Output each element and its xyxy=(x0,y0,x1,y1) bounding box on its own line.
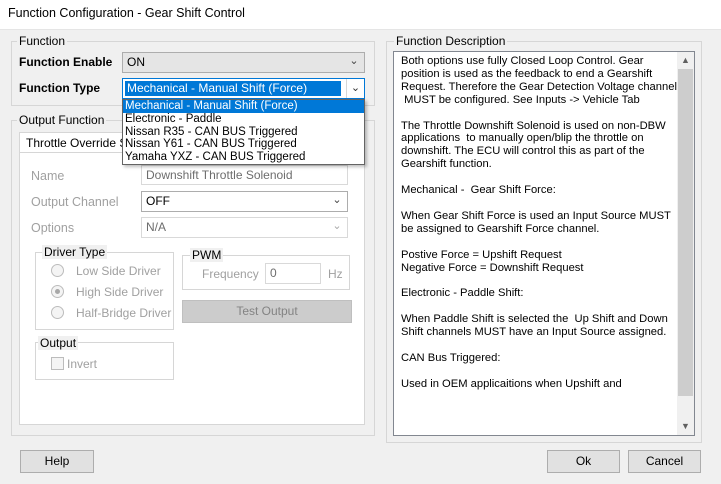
dropdown-option[interactable]: Electronic - Paddle xyxy=(123,113,364,126)
dropdown-option[interactable]: Yamaha YXZ - CAN BUS Triggered xyxy=(123,151,364,164)
output-channel-select[interactable]: OFF ⌄ xyxy=(141,191,348,212)
name-field[interactable]: Downshift Throttle Solenoid xyxy=(141,165,348,185)
function-enable-value: ON xyxy=(127,55,145,69)
chevron-down-icon[interactable]: ⌄ xyxy=(346,79,364,98)
function-enable-label: Function Enable xyxy=(19,55,113,69)
frequency-unit: Hz xyxy=(328,267,343,281)
chevron-down-icon: ⌄ xyxy=(349,55,359,67)
pwm-label: PWM xyxy=(190,248,224,262)
frequency-label: Frequency xyxy=(202,267,259,281)
function-type-label: Function Type xyxy=(19,81,101,95)
name-label: Name xyxy=(31,169,65,183)
dropdown-option[interactable]: Nissan Y61 - CAN BUS Triggered xyxy=(123,138,364,151)
frequency-value: 0 xyxy=(270,266,277,280)
function-type-select[interactable]: Mechanical - Manual Shift (Force) ⌄ xyxy=(122,78,365,99)
description-scrollbar[interactable]: ▲ ▼ xyxy=(677,52,694,435)
options-label: Options xyxy=(31,221,75,235)
options-select[interactable]: N/A ⌄ xyxy=(141,217,348,238)
invert-label: Invert xyxy=(67,357,98,371)
options-value: N/A xyxy=(146,220,167,234)
description-textbox[interactable]: Both options use fully Closed Loop Contr… xyxy=(393,51,695,436)
output-label: Output xyxy=(38,336,79,350)
ok-button[interactable]: Ok xyxy=(547,450,620,473)
tab-throttle-override[interactable]: Throttle Override S xyxy=(19,132,123,153)
scrollbar-thumb[interactable] xyxy=(678,69,693,396)
chevron-down-icon: ⌄ xyxy=(332,194,342,206)
name-value: Downshift Throttle Solenoid xyxy=(146,168,293,182)
test-output-button[interactable]: Test Output xyxy=(182,300,352,323)
description-text: Both options use fully Closed Loop Contr… xyxy=(401,55,677,390)
half-bridge-driver-label: Half-Bridge Driver xyxy=(76,306,172,320)
output-channel-value: OFF xyxy=(146,194,170,208)
window-title: Function Configuration - Gear Shift Cont… xyxy=(8,6,245,20)
dropdown-option[interactable]: Mechanical - Manual Shift (Force) xyxy=(123,100,364,113)
cancel-button[interactable]: Cancel xyxy=(628,450,701,473)
function-enable-select[interactable]: ON ⌄ xyxy=(122,52,365,73)
high-side-driver-radio[interactable] xyxy=(51,285,64,298)
frequency-field[interactable]: 0 xyxy=(265,263,321,284)
output-channel-label: Output Channel xyxy=(31,195,119,209)
function-description-label: Function Description xyxy=(394,34,508,48)
scroll-down-icon[interactable]: ▼ xyxy=(677,418,694,435)
chevron-down-icon: ⌄ xyxy=(332,220,342,232)
high-side-driver-label: High Side Driver xyxy=(76,285,164,299)
half-bridge-driver-radio[interactable] xyxy=(51,306,64,319)
invert-checkbox[interactable] xyxy=(51,357,64,370)
low-side-driver-label: Low Side Driver xyxy=(76,264,161,278)
function-group-label: Function xyxy=(17,34,68,48)
output-function-group-label: Output Function xyxy=(17,113,107,127)
driver-type-label: Driver Type xyxy=(42,245,108,259)
tab-throttle-override-label: Throttle Override S xyxy=(26,136,123,150)
title-bar: Function Configuration - Gear Shift Cont… xyxy=(0,0,721,30)
low-side-driver-radio[interactable] xyxy=(51,264,64,277)
function-type-dropdown: Mechanical - Manual Shift (Force) Electr… xyxy=(122,99,365,165)
dropdown-option[interactable]: Nissan R35 - CAN BUS Triggered xyxy=(123,126,364,139)
scroll-up-icon[interactable]: ▲ xyxy=(677,52,694,69)
help-button[interactable]: Help xyxy=(20,450,94,473)
function-type-value: Mechanical - Manual Shift (Force) xyxy=(125,81,341,96)
